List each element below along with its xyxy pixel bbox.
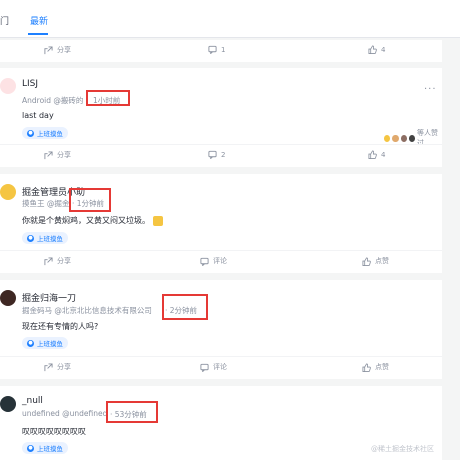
share-button[interactable]: 分享 — [44, 45, 71, 55]
post-actions: 分享 评论 点赞 — [0, 357, 442, 379]
author-meta: undefined @undefined — [22, 409, 108, 418]
share-label: 分享 — [57, 46, 71, 54]
post-content-text: 你就是个黄焖鸡，又黄又闷又垃圾。 — [22, 216, 150, 225]
avatar[interactable] — [0, 290, 16, 306]
highlight-box — [86, 90, 130, 106]
post-card: LISJ Android @搬砖的 1小时前 ··· last day ● 上班… — [0, 68, 442, 147]
author-name[interactable]: _null — [22, 396, 43, 406]
share-label: 分享 — [57, 257, 71, 265]
comment-button[interactable]: 1 — [208, 45, 225, 54]
author-meta: 掘金码马 @北京北比信息技术有限公司 — [22, 306, 152, 315]
author-meta: 摸鱼王 @掘金 — [22, 199, 70, 208]
post-content: 你就是个黄焖鸡，又黄又闷又垃圾。 — [22, 215, 163, 226]
post-content: last day — [22, 111, 54, 120]
comment-button[interactable]: 评论 — [200, 362, 227, 372]
more-icon[interactable]: ··· — [424, 84, 437, 95]
author-name[interactable]: 掘金归海一刀 — [22, 291, 76, 304]
comment-button[interactable]: 评论 — [200, 256, 227, 266]
share-label: 分享 — [57, 151, 71, 159]
post-content: 现在还有专情的人吗? — [22, 322, 99, 331]
topic-icon: ● — [27, 234, 34, 242]
topic-icon: ● — [27, 339, 34, 347]
comment-label: 评论 — [213, 257, 227, 265]
thumbs-up-icon — [368, 45, 377, 54]
tab-latest[interactable]: 最新 — [30, 14, 48, 27]
share-icon — [44, 362, 53, 371]
topic-tag[interactable]: ● 上班摸鱼 — [22, 232, 68, 244]
like-count: 4 — [381, 150, 386, 159]
share-button[interactable]: 分享 — [44, 150, 71, 160]
highlight-box — [106, 401, 158, 423]
comment-button[interactable]: 2 — [208, 150, 225, 159]
author-meta: Android @搬砖的 — [22, 96, 84, 105]
avatar — [408, 134, 415, 142]
like-button[interactable]: 点赞 — [362, 362, 389, 372]
like-button[interactable]: 点赞 — [362, 256, 389, 266]
watermark: @稀土掘金技术社区 — [371, 445, 434, 453]
highlight-box — [69, 188, 111, 212]
comment-icon — [208, 45, 217, 54]
share-button[interactable]: 分享 — [44, 256, 71, 266]
topic-icon: ● — [27, 444, 34, 452]
like-button[interactable]: 4 — [368, 45, 385, 54]
topic-label: 上班摸鱼 — [37, 235, 63, 243]
topic-tag[interactable]: ● 上班摸鱼 — [22, 127, 68, 139]
like-count: 4 — [381, 45, 386, 54]
comment-count: 2 — [221, 150, 226, 159]
avatar — [392, 134, 399, 142]
like-label: 点赞 — [375, 257, 389, 265]
comment-count: 1 — [221, 45, 226, 54]
topic-tag[interactable]: ● 上班摸鱼 — [22, 337, 68, 349]
post-actions: 分享 评论 点赞 — [0, 251, 442, 273]
thumbs-up-icon — [362, 362, 371, 372]
topic-icon: ● — [27, 129, 34, 137]
post-actions: 分享 2 4 — [0, 145, 442, 167]
comment-icon — [208, 150, 217, 159]
post-card: 掘金归海一刀 掘金码马 @北京北比信息技术有限公司 · 2分钟前 现在还有专情的… — [0, 280, 442, 356]
topic-label: 上班摸鱼 — [37, 130, 63, 138]
like-label: 点赞 — [375, 363, 389, 371]
share-label: 分享 — [57, 363, 71, 371]
share-icon — [44, 150, 53, 159]
comment-icon — [200, 363, 209, 372]
feed-tabs: 门 最新 — [0, 0, 460, 38]
comment-icon — [200, 257, 209, 266]
comment-label: 评论 — [213, 363, 227, 371]
avatar[interactable] — [0, 396, 16, 412]
topic-tag[interactable]: ● 上班摸鱼 — [22, 442, 68, 454]
highlight-box — [162, 294, 208, 320]
post-content: 叹叹叹叹叹叹叹叹 — [22, 427, 86, 436]
avatar[interactable] — [0, 78, 16, 94]
share-button[interactable]: 分享 — [44, 362, 71, 372]
thumbs-up-icon — [384, 134, 391, 142]
thumbs-up-icon — [368, 150, 377, 159]
active-tab-indicator — [28, 33, 48, 35]
share-icon — [44, 256, 53, 265]
topic-label: 上班摸鱼 — [37, 340, 63, 348]
post-actions: 分享 1 4 — [0, 40, 442, 62]
author-name[interactable]: LISJ — [22, 79, 38, 89]
post-card: 掘金管理员小助 摸鱼王 @掘金 · 1分钟前 你就是个黄焖鸡，又黄又闷又垃圾。 … — [0, 174, 442, 250]
emoji-icon — [152, 215, 163, 226]
avatar[interactable] — [0, 184, 16, 200]
avatar — [400, 134, 407, 142]
like-button[interactable]: 4 — [368, 150, 385, 159]
share-icon — [44, 45, 53, 54]
thumbs-up-icon — [362, 256, 371, 266]
topic-label: 上班摸鱼 — [37, 445, 63, 453]
tab-hot[interactable]: 门 — [0, 14, 9, 27]
